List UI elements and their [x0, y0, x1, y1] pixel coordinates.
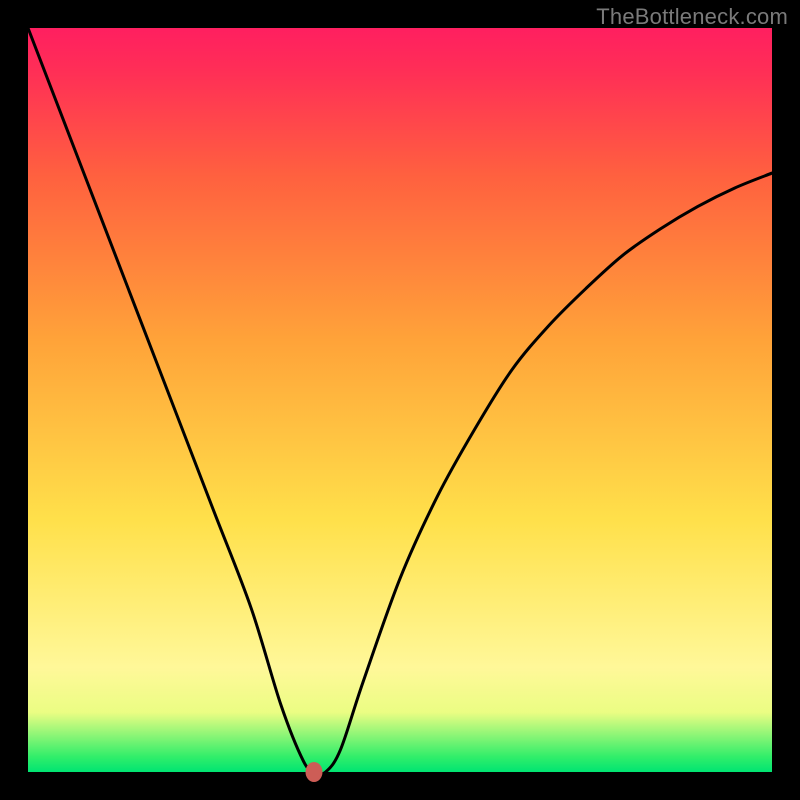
- watermark-label: TheBottleneck.com: [596, 4, 788, 30]
- plot-area: [28, 28, 772, 772]
- optimal-point-marker: [306, 762, 323, 782]
- bottleneck-curve: [28, 28, 772, 772]
